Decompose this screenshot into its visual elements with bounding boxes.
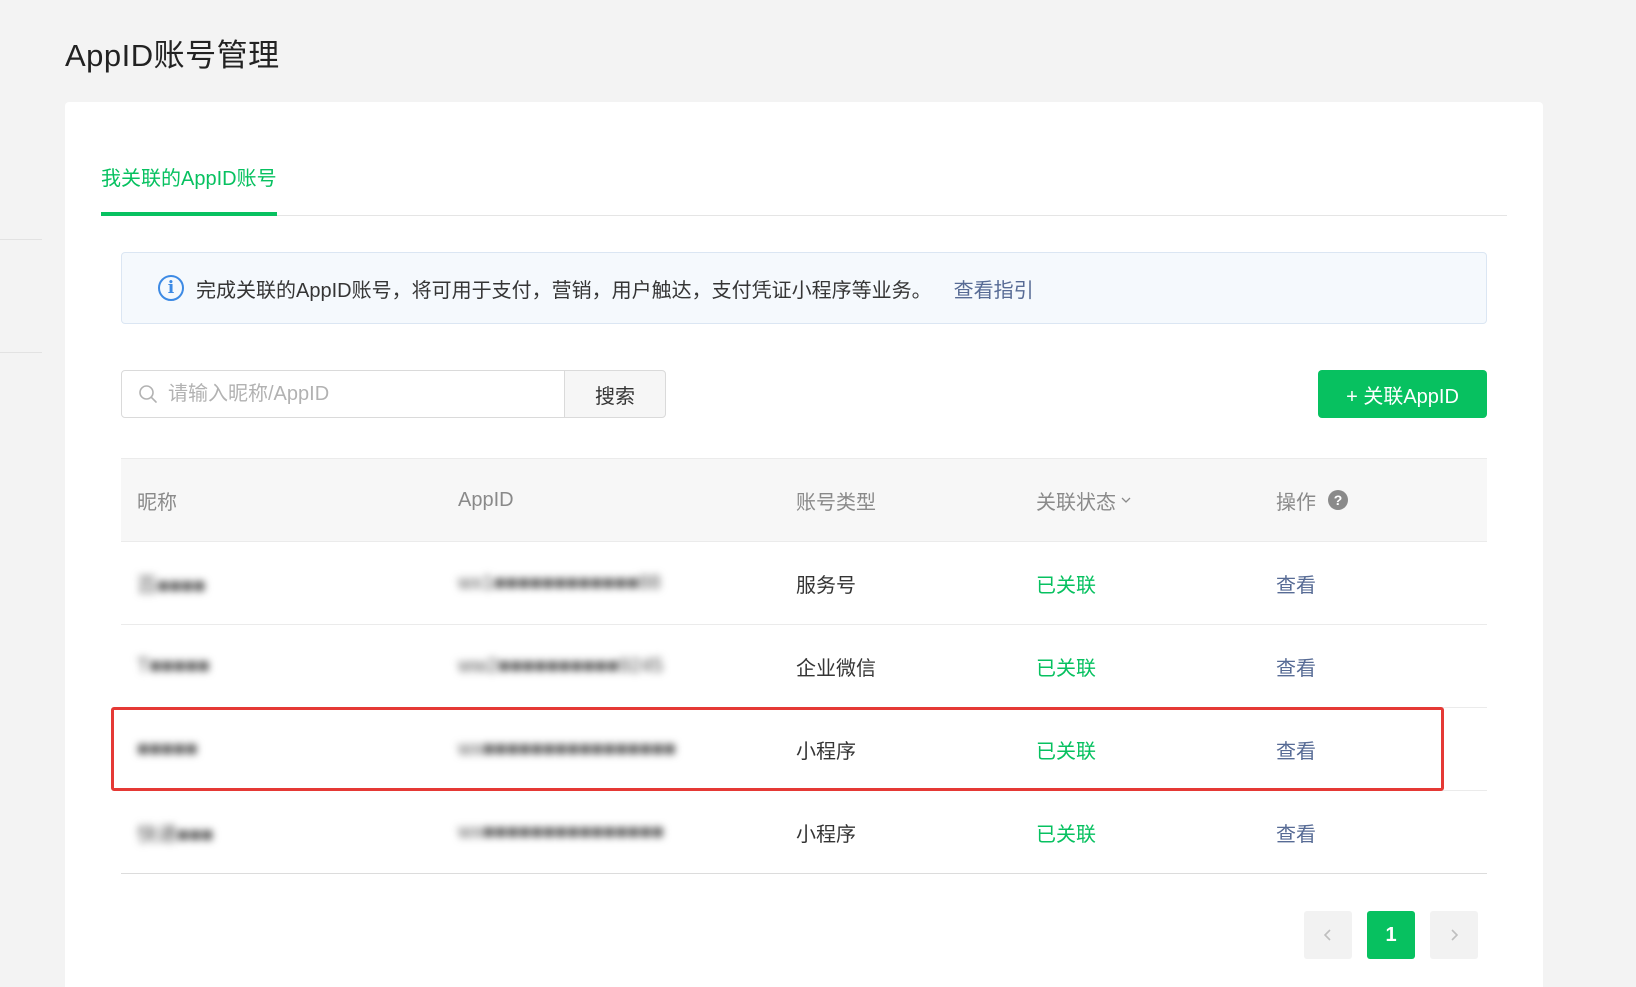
row-view-link[interactable]: 查看 bbox=[1276, 569, 1487, 598]
chevron-left-icon bbox=[1323, 929, 1331, 941]
notice-banner: i 完成关联的AppID账号，将可用于支付，营销，用户触达，支付凭证小程序等业务… bbox=[121, 252, 1487, 324]
search-box bbox=[121, 370, 565, 418]
table-row: ■■■■■ wx■■■■■■■■■■■■■■■■ 小程序 已关联 查看 bbox=[121, 708, 1487, 791]
help-icon[interactable]: ? bbox=[1328, 490, 1348, 510]
row-appid: wx■■■■■■■■■■■■■■■ bbox=[458, 820, 664, 843]
info-icon: i bbox=[158, 275, 184, 301]
row-nickname: 快递■■■ bbox=[137, 823, 214, 846]
next-page-button[interactable] bbox=[1430, 911, 1478, 959]
row-appid: wx■■■■■■■■■■■■■■■■ bbox=[458, 737, 676, 760]
row-status: 已关联 bbox=[1036, 823, 1096, 846]
page-number-current[interactable]: 1 bbox=[1367, 911, 1415, 959]
appid-table: 昵称 AppID 账号类型 关联状态 操作 ? 百■■■■ wx1■■■■■■■… bbox=[121, 458, 1487, 874]
guide-link[interactable]: 查看指引 bbox=[954, 274, 1034, 303]
sidebar-divider-top bbox=[0, 239, 42, 240]
header-action-label: 操作 bbox=[1276, 491, 1316, 514]
table-header: 昵称 AppID 账号类型 关联状态 操作 ? bbox=[121, 458, 1487, 542]
tab-bar: 我关联的AppID账号 bbox=[101, 162, 1507, 216]
page-title: AppID账号管理 bbox=[65, 38, 280, 73]
add-appid-button[interactable]: + 关联AppID bbox=[1318, 370, 1487, 418]
search-icon bbox=[139, 385, 157, 403]
header-appid: AppID bbox=[458, 488, 514, 511]
row-status: 已关联 bbox=[1036, 740, 1096, 763]
row-nickname: ■■■■■ bbox=[137, 737, 198, 760]
table-row: 快递■■■ wx■■■■■■■■■■■■■■■ 小程序 已关联 查看 bbox=[121, 791, 1487, 874]
row-nickname: T■■■■■ bbox=[137, 654, 210, 677]
table-row: T■■■■■ ww2■■■■■■■■■■9245 企业微信 已关联 查看 bbox=[121, 625, 1487, 708]
row-nickname: 百■■■■ bbox=[137, 574, 206, 597]
row-type: 企业微信 bbox=[796, 657, 876, 680]
row-view-link[interactable]: 查看 bbox=[1276, 652, 1487, 681]
notice-text: 完成关联的AppID账号，将可用于支付，营销，用户触达，支付凭证小程序等业务。 bbox=[196, 279, 932, 302]
prev-page-button[interactable] bbox=[1304, 911, 1352, 959]
header-status[interactable]: 关联状态 bbox=[1036, 486, 1276, 515]
chevron-right-icon bbox=[1451, 929, 1459, 941]
table-row: 百■■■■ wx1■■■■■■■■■■■■88 服务号 已关联 查看 bbox=[121, 542, 1487, 625]
pagination: 1 bbox=[1304, 911, 1478, 959]
row-view-link[interactable]: 查看 bbox=[1276, 735, 1487, 764]
row-appid: ww2■■■■■■■■■■9245 bbox=[458, 654, 664, 677]
search-input[interactable] bbox=[168, 382, 548, 406]
chevron-down-icon[interactable] bbox=[1120, 494, 1132, 506]
row-view-link[interactable]: 查看 bbox=[1276, 818, 1487, 847]
row-appid: wx1■■■■■■■■■■■■88 bbox=[458, 571, 661, 594]
row-type: 小程序 bbox=[796, 823, 856, 846]
tab-linked-appids[interactable]: 我关联的AppID账号 bbox=[101, 162, 277, 216]
sidebar-divider-bottom bbox=[0, 352, 42, 353]
row-type: 小程序 bbox=[796, 740, 856, 763]
row-status: 已关联 bbox=[1036, 574, 1096, 597]
header-type: 账号类型 bbox=[796, 491, 876, 514]
header-status-label: 关联状态 bbox=[1036, 491, 1116, 514]
header-action: 操作 ? bbox=[1276, 486, 1487, 515]
main-card: 我关联的AppID账号 i 完成关联的AppID账号，将可用于支付，营销，用户触… bbox=[65, 102, 1543, 987]
search-button[interactable]: 搜索 bbox=[564, 370, 666, 418]
row-status: 已关联 bbox=[1036, 657, 1096, 680]
header-nickname: 昵称 bbox=[137, 491, 177, 514]
row-type: 服务号 bbox=[796, 574, 856, 597]
